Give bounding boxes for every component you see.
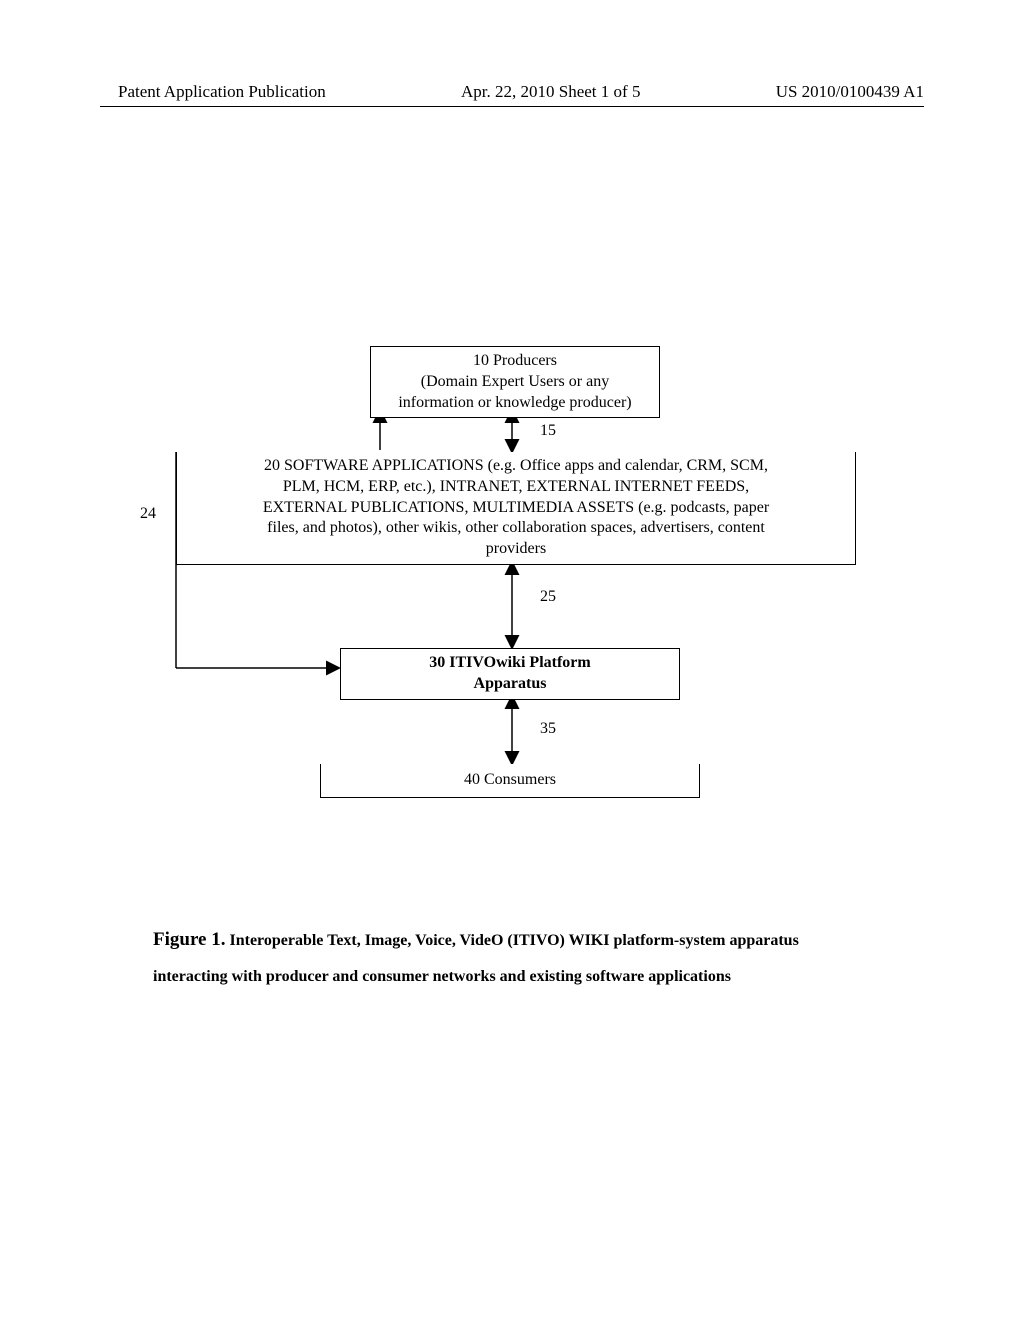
header-rule [100, 106, 924, 107]
page-header: Patent Application Publication Apr. 22, … [0, 82, 1024, 102]
apps-line4: files, and photos), other wikis, other c… [183, 518, 849, 539]
figure-number: Figure 1. [153, 929, 225, 950]
header-right: US 2010/0100439 A1 [776, 82, 924, 102]
apps-line2: PLM, HCM, ERP, etc.), INTRANET, EXTERNAL… [183, 477, 849, 498]
apps-line1: 20 SOFTWARE APPLICATIONS (e.g. Office ap… [183, 456, 849, 477]
header-center: Apr. 22, 2010 Sheet 1 of 5 [461, 82, 640, 102]
producers-line3: information or knowledge producer) [377, 393, 653, 414]
header-left: Patent Application Publication [118, 82, 326, 102]
box-producers: 10 Producers (Domain Expert Users or any… [370, 346, 660, 418]
box-consumers: 40 Consumers [320, 764, 700, 798]
label-15: 15 [540, 422, 556, 440]
label-24: 24 [140, 505, 156, 523]
consumers-text: 40 Consumers [464, 771, 556, 788]
figure-caption: Figure 1. Interoperable Text, Image, Voi… [153, 920, 873, 993]
diagram: 10 Producers (Domain Expert Users or any… [0, 340, 1024, 900]
box-applications: 20 SOFTWARE APPLICATIONS (e.g. Office ap… [176, 452, 856, 565]
diagram-connectors [0, 340, 1024, 900]
producers-line2: (Domain Expert Users or any [377, 372, 653, 393]
box-platform: 30 ITIVOwiki Platform Apparatus [340, 648, 680, 700]
figure-text: Interoperable Text, Image, Voice, VideO … [153, 932, 799, 985]
apps-line3: EXTERNAL PUBLICATIONS, MULTIMEDIA ASSETS… [183, 498, 849, 519]
apps-line5: providers [183, 539, 849, 560]
platform-line1: 30 ITIVOwiki Platform [347, 653, 673, 674]
platform-line2: Apparatus [347, 674, 673, 695]
label-35: 35 [540, 720, 556, 738]
label-25: 25 [540, 588, 556, 606]
producers-line1: 10 Producers [377, 351, 653, 372]
